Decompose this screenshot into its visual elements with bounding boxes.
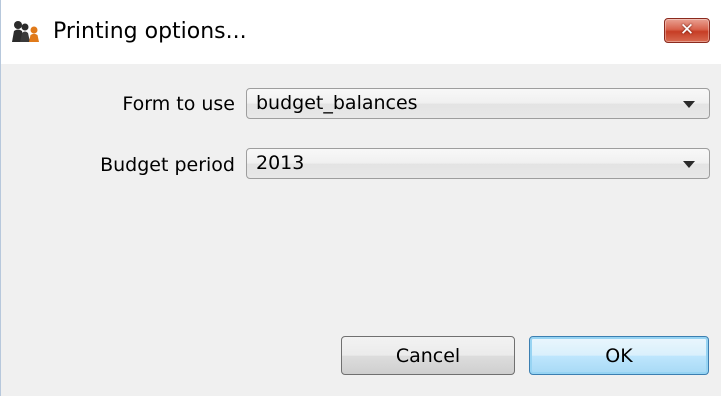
- dialog-body: Form to use budget_balances Budget perio…: [1, 64, 721, 396]
- chevron-down-icon: [683, 101, 695, 108]
- budget-period-label: Budget period: [100, 154, 235, 176]
- printing-options-dialog: Printing options... ✕ Form to use budget…: [0, 0, 721, 396]
- budget-period-value: 2013: [256, 152, 305, 174]
- form-to-use-label: Form to use: [122, 93, 235, 115]
- close-button[interactable]: ✕: [664, 18, 710, 43]
- budget-period-select[interactable]: 2013: [246, 148, 710, 179]
- title-bar: Printing options... ✕: [1, 0, 721, 64]
- form-to-use-select[interactable]: budget_balances: [246, 88, 710, 119]
- chevron-down-icon: [683, 161, 695, 168]
- cancel-button[interactable]: Cancel: [341, 336, 515, 375]
- people-icon: [11, 20, 41, 44]
- close-icon: ✕: [679, 20, 695, 40]
- ok-button[interactable]: OK: [529, 336, 709, 375]
- form-to-use-value: budget_balances: [256, 92, 418, 114]
- window-title: Printing options...: [53, 19, 247, 44]
